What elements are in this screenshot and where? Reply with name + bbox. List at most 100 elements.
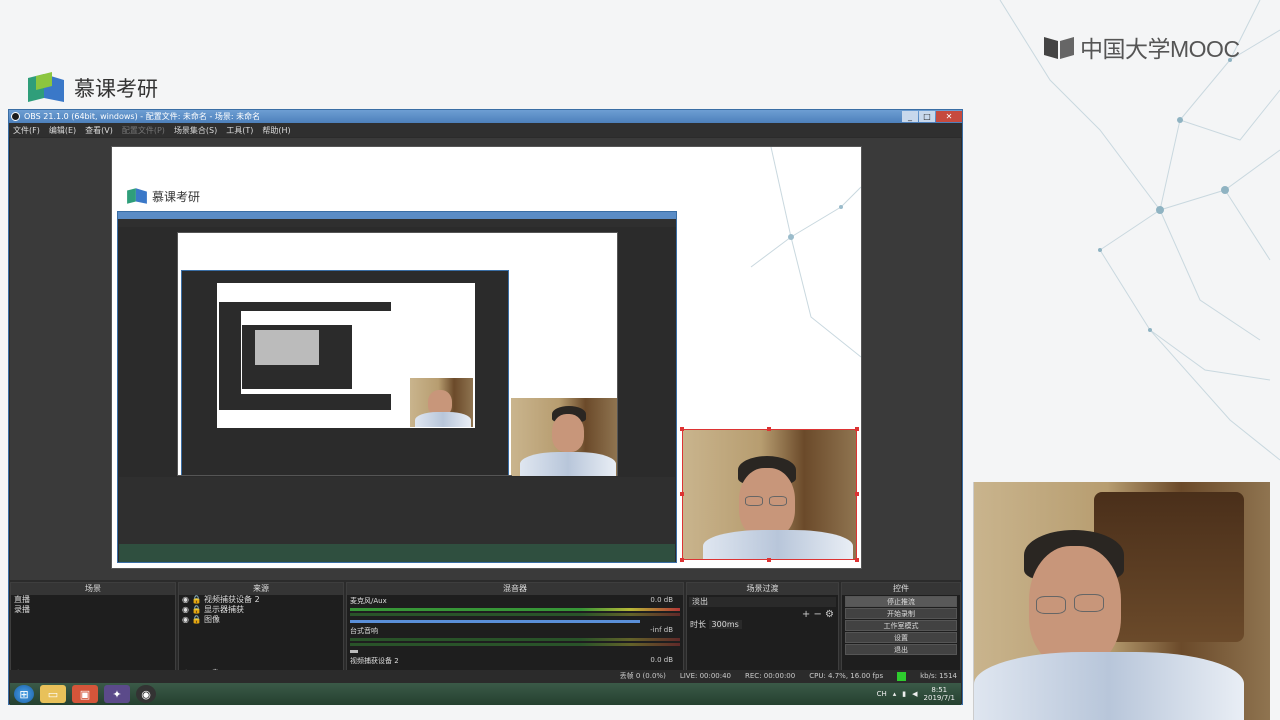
mic-level-meter [350, 608, 680, 611]
controls-header: 控件 [842, 583, 960, 595]
resize-handle-tl[interactable] [680, 427, 684, 431]
lock-icon[interactable]: 🔒 [192, 605, 205, 614]
resize-handle-br[interactable] [855, 558, 859, 562]
cpu-fps: CPU: 4.7%, 16.00 fps [809, 672, 884, 680]
lock-icon[interactable]: 🔒 [192, 595, 205, 604]
nested-webcam-small [410, 378, 473, 427]
stop-streaming-button[interactable]: 停止推流 [845, 596, 957, 607]
app-icon[interactable]: ✦ [104, 685, 130, 703]
resize-handle-t[interactable] [767, 427, 771, 431]
canvas-mukao-text: 慕课考研 [152, 189, 201, 204]
nested-capture-level-4 [242, 325, 352, 389]
studio-mode-button[interactable]: 工作室模式 [845, 620, 957, 631]
mixer-header: 混音器 [347, 583, 683, 595]
clock[interactable]: 8:51 2019/7/1 [924, 686, 955, 702]
preview-canvas[interactable]: 慕课考研 [111, 146, 862, 569]
resize-handle-r[interactable] [855, 492, 859, 496]
transition-settings-icon[interactable]: ⚙ [825, 609, 834, 620]
stream-health-indicator [897, 671, 907, 681]
desktop-volume-slider[interactable] [350, 650, 358, 653]
preview-area: 慕课考研 [10, 138, 961, 580]
menu-tools[interactable]: 工具(T) [226, 125, 253, 136]
presenter-webcam [973, 482, 1270, 720]
transitions-dock: 场景过渡 淡出 + − ⚙ 时长 300ms [686, 582, 839, 682]
canvas-network-decoration [750, 147, 861, 358]
mixer-dock: 混音器 麦克风/Aux 0.0 dB 台式音响 -inf dB 视频捕获设备 2… [346, 582, 684, 682]
obs-docks: 场景 直播 录播 +−∧∨ 来源 ◉ 🔒 视频捕获设备 2 ◉ 🔒 显示器捕获 … [10, 582, 961, 682]
network-icon[interactable]: ▮ [902, 690, 906, 698]
bitrate: kb/s: 1514 [920, 672, 957, 680]
minimize-button[interactable]: _ [902, 111, 918, 122]
mooc-logo-text: 中国大学MOOC [1080, 36, 1240, 62]
add-transition-icon[interactable]: + [802, 609, 810, 620]
maximize-button[interactable]: □ [919, 111, 935, 122]
status-bar: 丢帧 0 (0.0%) LIVE: 00:00:40 REC: 00:00:00… [10, 670, 961, 682]
mixer-channel-mic: 麦克风/Aux 0.0 dB [347, 595, 683, 625]
system-tray: CH ▴ ▮ ◀ 8:51 2019/7/1 [877, 686, 961, 702]
obs-taskbar-icon[interactable]: ◉ [136, 685, 156, 703]
mooc-logo: 中国大学MOOC [1042, 30, 1240, 64]
start-button-icon[interactable]: ⊞ [14, 685, 34, 703]
eye-icon[interactable]: ◉ [182, 595, 192, 604]
language-indicator[interactable]: CH [877, 690, 887, 698]
eye-icon[interactable]: ◉ [182, 605, 192, 614]
menu-scene-collection[interactable]: 场景集合(S) [174, 125, 217, 136]
canvas-mukao-icon [127, 188, 147, 204]
scene-item-live[interactable]: 直播 [11, 595, 175, 605]
scenes-header: 场景 [11, 583, 175, 595]
desktop-level-meter [350, 638, 680, 641]
obs-menubar: 文件(F) 编辑(E) 查看(V) 配置文件(P) 场景集合(S) 工具(T) … [9, 123, 962, 137]
source-item-display-capture[interactable]: ◉ 🔒 显示器捕获 [179, 605, 343, 615]
tray-arrow-icon[interactable]: ▴ [893, 690, 897, 698]
resize-handle-l[interactable] [680, 492, 684, 496]
menu-view[interactable]: 查看(V) [85, 125, 113, 136]
sources-header: 来源 [179, 583, 343, 595]
webcam-source-selected[interactable] [682, 429, 857, 560]
mukao-logo: 慕课考研 [26, 72, 158, 104]
windows-taskbar: ⊞ ▭ ▣ ✦ ◉ CH ▴ ▮ ◀ 8:51 2019/7/1 [10, 683, 961, 705]
resize-handle-b[interactable] [767, 558, 771, 562]
obs-window: OBS 21.1.0 (64bit, windows) - 配置文件: 未命名 … [8, 109, 963, 705]
nested-capture-level-2 [181, 270, 509, 475]
resize-handle-bl[interactable] [680, 558, 684, 562]
duration-input[interactable]: 300ms [708, 620, 742, 629]
rec-time: REC: 00:00:00 [745, 672, 796, 680]
scene-item-record[interactable]: 录播 [11, 605, 175, 615]
live-time: LIVE: 00:00:40 [679, 672, 732, 680]
start-recording-button[interactable]: 开始录制 [845, 608, 957, 619]
source-item-image[interactable]: ◉ 🔒 图像 [179, 615, 343, 625]
explorer-icon[interactable]: ▭ [40, 685, 66, 703]
nested-screen-capture [117, 211, 677, 563]
transition-buttons: + − ⚙ [687, 609, 838, 620]
obs-window-title: OBS 21.1.0 (64bit, windows) - 配置文件: 未命名 … [24, 112, 261, 121]
nested-taskbar [119, 544, 675, 562]
settings-button[interactable]: 设置 [845, 632, 957, 643]
eye-icon[interactable]: ◉ [182, 615, 192, 624]
dropped-frames: 丢帧 0 (0.0%) [619, 672, 666, 680]
menu-edit[interactable]: 编辑(E) [49, 125, 76, 136]
canvas-mukao-logo: 慕课考研 [126, 187, 200, 205]
powerpoint-icon[interactable]: ▣ [72, 685, 98, 703]
obs-app-icon [11, 112, 20, 121]
resize-handle-tr[interactable] [855, 427, 859, 431]
nested-webcam-large [512, 398, 617, 476]
menu-profile[interactable]: 配置文件(P) [122, 125, 165, 136]
lock-icon[interactable]: 🔒 [192, 615, 205, 624]
close-button[interactable]: ✕ [936, 111, 962, 122]
obs-titlebar[interactable]: OBS 21.1.0 (64bit, windows) - 配置文件: 未命名 … [9, 110, 962, 123]
sources-dock: 来源 ◉ 🔒 视频捕获设备 2 ◉ 🔒 显示器捕获 ◉ 🔒 图像 +−⚙∧∨ [178, 582, 344, 682]
remove-transition-icon[interactable]: − [813, 609, 821, 620]
volume-icon[interactable]: ◀ [912, 690, 917, 698]
transition-select[interactable]: 淡出 [689, 597, 836, 607]
transitions-header: 场景过渡 [687, 583, 838, 595]
menu-help[interactable]: 帮助(H) [262, 125, 290, 136]
controls-dock: 控件 停止推流 开始录制 工作室模式 设置 退出 [841, 582, 961, 682]
mukao-book-icon [28, 72, 64, 102]
menu-file[interactable]: 文件(F) [13, 125, 40, 136]
scenes-dock: 场景 直播 录播 +−∧∨ [10, 582, 176, 682]
source-item-video-capture[interactable]: ◉ 🔒 视频捕获设备 2 [179, 595, 343, 605]
exit-button[interactable]: 退出 [845, 644, 957, 655]
mooc-book-icon [1044, 37, 1074, 59]
mukao-logo-text: 慕课考研 [74, 77, 158, 101]
mic-volume-slider[interactable] [350, 620, 640, 623]
